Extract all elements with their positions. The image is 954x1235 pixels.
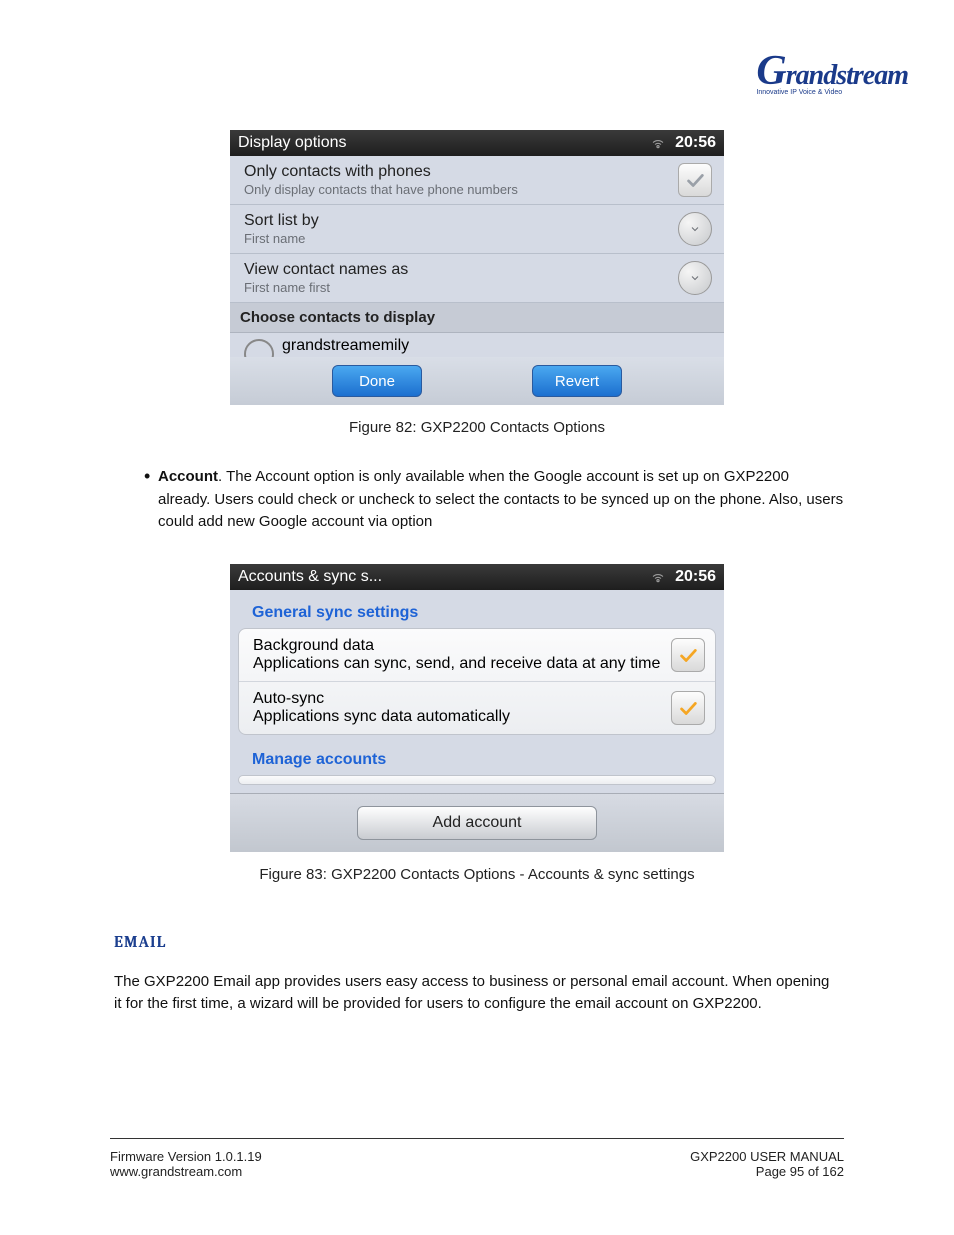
row-sub: Applications sync data automatically xyxy=(253,708,510,726)
screenshot-accounts-sync: Accounts & sync s... 20:56 General sync … xyxy=(230,564,724,852)
brand-logo-text: Grandstream xyxy=(756,55,908,89)
option-auto-sync[interactable]: Auto-sync Applications sync data automat… xyxy=(239,681,715,734)
section-choose-contacts: Choose contacts to display xyxy=(230,303,724,333)
bullet-body: . The Account option is only available w… xyxy=(158,468,843,530)
option-background-data[interactable]: Background data Applications can sync, s… xyxy=(239,629,715,681)
wifi-icon xyxy=(651,136,665,150)
checkbox-checked-icon[interactable] xyxy=(671,638,705,672)
header-manage-accounts: Manage accounts xyxy=(238,743,716,775)
row-title: View contact names as xyxy=(244,261,678,279)
option-only-contacts-with-phones[interactable]: Only contacts with phones Only display c… xyxy=(230,156,724,205)
bullet-lead: Account xyxy=(158,468,218,485)
footer-manual-title: GXP2200 USER MANUAL xyxy=(690,1149,844,1164)
page-footer: Firmware Version 1.0.1.19 www.grandstrea… xyxy=(110,1149,844,1179)
add-account-button[interactable]: Add account xyxy=(357,806,597,840)
email-paragraph: The GXP2200 Email app provides users eas… xyxy=(114,971,840,1016)
row-title: Only contacts with phones xyxy=(244,163,678,181)
checkbox-icon[interactable] xyxy=(678,163,712,197)
footer-url: www.grandstream.com xyxy=(110,1164,262,1179)
dropdown-icon[interactable] xyxy=(678,212,712,246)
heading-email: EMAIL xyxy=(114,933,844,951)
row-title: Background data xyxy=(253,637,660,655)
bullet-icon: • xyxy=(110,466,158,534)
screenshot-display-options: Display options 20:56 Only contacts with… xyxy=(230,130,724,405)
button-bar: Add account xyxy=(230,793,724,852)
status-bar: Display options 20:56 xyxy=(230,130,724,156)
row-sub: First name first xyxy=(244,280,678,295)
row-sub: Only display contacts that have phone nu… xyxy=(244,182,678,197)
bullet-account: • Account. The Account option is only av… xyxy=(110,466,844,534)
row-sub: Applications can sync, send, and receive… xyxy=(253,655,660,673)
button-bar: Done Revert xyxy=(230,357,724,405)
dropdown-icon[interactable] xyxy=(678,261,712,295)
footer-rule xyxy=(110,1138,844,1139)
brand-logo: Grandstream Innovative IP Voice & Video xyxy=(756,55,908,96)
row-title: Sort list by xyxy=(244,212,678,230)
account-name: grandstreamemily xyxy=(282,337,409,355)
status-time: 20:56 xyxy=(675,568,716,586)
done-button[interactable]: Done xyxy=(332,365,422,397)
row-sub: First name xyxy=(244,231,678,246)
row-title: Auto-sync xyxy=(253,690,510,708)
screen-title: Accounts & sync s... xyxy=(238,568,382,586)
option-view-contact-names-as[interactable]: View contact names as First name first xyxy=(230,254,724,303)
screen-title: Display options xyxy=(238,134,347,152)
footer-firmware: Firmware Version 1.0.1.19 xyxy=(110,1149,262,1164)
checkbox-checked-icon[interactable] xyxy=(671,691,705,725)
figure-caption-82: Figure 82: GXP2200 Contacts Options xyxy=(110,419,844,436)
sync-icon xyxy=(244,335,274,357)
header-general-sync: General sync settings xyxy=(238,596,716,628)
wifi-icon xyxy=(651,570,665,584)
account-row[interactable]: grandstreamemily xyxy=(230,333,724,357)
figure-caption-83: Figure 83: GXP2200 Contacts Options - Ac… xyxy=(110,866,844,883)
revert-button[interactable]: Revert xyxy=(532,365,622,397)
footer-page-number: Page 95 of 162 xyxy=(690,1164,844,1179)
status-time: 20:56 xyxy=(675,134,716,152)
status-bar: Accounts & sync s... 20:56 xyxy=(230,564,724,590)
option-sort-list-by[interactable]: Sort list by First name xyxy=(230,205,724,254)
